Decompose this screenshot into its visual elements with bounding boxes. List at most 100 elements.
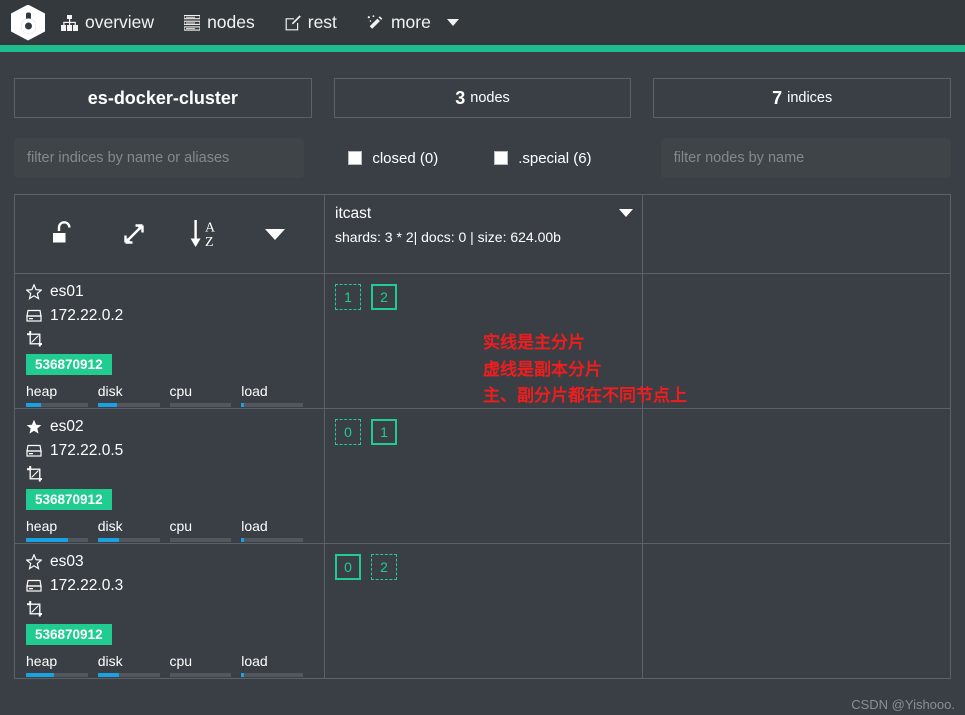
cerebro-logo-icon[interactable] xyxy=(11,4,45,41)
node-metrics: heap disk cpu load xyxy=(26,653,313,677)
metric-cpu-track xyxy=(169,537,232,542)
metric-load-fill xyxy=(241,672,244,677)
metric-cpu-track xyxy=(169,672,232,677)
filter-nodes-input[interactable] xyxy=(660,138,951,178)
shard-box[interactable]: 2 xyxy=(371,554,397,580)
metric-heap-label: heap xyxy=(26,517,58,534)
node-crop-line xyxy=(26,600,313,618)
caret-down-icon[interactable] xyxy=(240,228,310,240)
metric-cpu: cpu xyxy=(169,383,242,407)
cluster-name-panel[interactable]: es-docker-cluster xyxy=(14,78,312,118)
empty-header-cell xyxy=(642,194,951,274)
indices-filter-wrap xyxy=(14,138,305,178)
nav-label-nodes: nodes xyxy=(207,12,255,32)
index-menu-caret-icon[interactable] xyxy=(619,209,633,217)
indices-count-panel[interactable]: 7 indices xyxy=(653,78,952,118)
svg-text:A: A xyxy=(205,221,216,236)
shard-box[interactable]: 1 xyxy=(371,419,397,445)
checkbox-closed-label: closed (0) xyxy=(372,149,439,167)
node-metrics: heap disk cpu load xyxy=(26,518,313,542)
metric-load-label: load xyxy=(241,517,268,534)
checkbox-closed[interactable]: closed (0) xyxy=(348,150,438,167)
checkbox-special-box[interactable] xyxy=(494,151,509,165)
index-header-cell: itcast shards: 3 * 2| docs: 0 | size: 62… xyxy=(324,194,643,274)
caret-down-shape xyxy=(264,228,285,240)
node-cell: es03 172.22.0.3 536870912 heap disk cpu … xyxy=(14,543,325,679)
metric-disk-track xyxy=(97,537,160,542)
nav-item-nodes[interactable]: nodes xyxy=(184,12,255,33)
toolbar-cell: A Z xyxy=(14,194,325,274)
node-name-line: es02 xyxy=(26,417,313,438)
shards-es02: 0 1 xyxy=(325,409,642,543)
nav-label-more: more xyxy=(390,12,431,32)
crop-icon[interactable] xyxy=(26,330,44,348)
nodes-filter-wrap xyxy=(660,138,951,178)
metric-cpu: cpu xyxy=(169,518,242,542)
node-ip-label: 172.22.0.5 xyxy=(50,441,124,459)
nav-item-more[interactable]: more xyxy=(367,12,459,33)
metric-disk-track xyxy=(97,672,160,677)
metric-heap-fill xyxy=(26,402,42,407)
cluster-name-label: es-docker-cluster xyxy=(87,87,238,108)
metric-disk-label: disk xyxy=(97,382,123,399)
table-row: es03 172.22.0.3 536870912 heap disk cpu … xyxy=(14,543,951,679)
chevron-down-icon[interactable] xyxy=(446,19,459,26)
star-outline-icon[interactable] xyxy=(26,554,42,571)
metric-load-track xyxy=(241,537,303,542)
server-icon xyxy=(26,309,42,323)
metric-disk-fill xyxy=(97,537,120,542)
empty-cell xyxy=(642,543,951,679)
star-filled-icon[interactable] xyxy=(26,419,42,435)
metric-load-label: load xyxy=(241,652,268,669)
metric-cpu-track xyxy=(169,402,232,407)
metric-cpu-label: cpu xyxy=(169,652,193,669)
crop-icon[interactable] xyxy=(26,465,44,483)
checkbox-special[interactable]: .special (6) xyxy=(494,149,592,167)
metric-load: load xyxy=(241,383,313,407)
expand-arrows-icon[interactable] xyxy=(99,219,169,249)
node-info-es01: es01 172.22.0.2 536870912 heap disk cpu … xyxy=(15,274,324,408)
sort-alpha-asc-icon[interactable]: A Z xyxy=(170,218,240,250)
checkbox-closed-box[interactable] xyxy=(348,151,363,165)
star-outline-icon[interactable] xyxy=(26,284,42,301)
indices-count-value: 7 xyxy=(772,87,783,108)
nodes-count-panel[interactable]: 3 nodes xyxy=(333,78,632,118)
metric-disk-label: disk xyxy=(97,517,123,534)
metric-disk: disk xyxy=(97,382,170,407)
filter-indices-input[interactable] xyxy=(14,138,305,178)
shard-box[interactable]: 0 xyxy=(335,419,361,445)
node-name-label: es02 xyxy=(50,418,84,435)
empty-cell xyxy=(642,273,951,409)
metric-heap: heap xyxy=(26,518,98,542)
shard-box[interactable]: 0 xyxy=(335,554,361,580)
table-row: es02 172.22.0.5 536870912 heap disk cpu … xyxy=(14,408,951,544)
metric-cpu: cpu xyxy=(169,652,242,677)
node-heap-badge: 536870912 xyxy=(26,488,112,510)
metric-heap: heap xyxy=(26,653,98,677)
metric-load: load xyxy=(241,653,313,677)
metric-load-label: load xyxy=(241,382,268,399)
nav-item-rest[interactable]: rest xyxy=(285,12,337,33)
shard-box[interactable]: 1 xyxy=(335,284,361,310)
metric-heap-label: heap xyxy=(26,382,58,399)
summary-panels: es-docker-cluster 3 nodes 7 indices xyxy=(0,52,965,118)
crop-icon[interactable] xyxy=(26,600,44,618)
edit-square-icon xyxy=(285,14,301,31)
filter-row: closed (0) .special (6) xyxy=(0,118,965,178)
shard-cell: 0 2 xyxy=(324,543,643,679)
shard-box[interactable]: 2 xyxy=(371,284,397,310)
metric-disk: disk xyxy=(97,652,170,677)
checkbox-special-label: .special (6) xyxy=(518,149,592,167)
svg-text:Z: Z xyxy=(205,235,214,250)
unlock-icon[interactable] xyxy=(29,219,99,249)
node-ip-label: 172.22.0.2 xyxy=(50,306,124,324)
nav-item-overview[interactable]: overview xyxy=(61,12,154,33)
nodes-count-value: 3 xyxy=(455,87,466,108)
node-ip-line: 172.22.0.5 xyxy=(26,441,313,462)
metric-heap-track xyxy=(26,537,88,542)
metric-load-track xyxy=(241,672,303,677)
list-icon xyxy=(184,14,201,31)
metric-heap-track xyxy=(26,402,88,407)
metric-disk-label: disk xyxy=(97,652,123,669)
metric-load-fill xyxy=(241,402,244,407)
